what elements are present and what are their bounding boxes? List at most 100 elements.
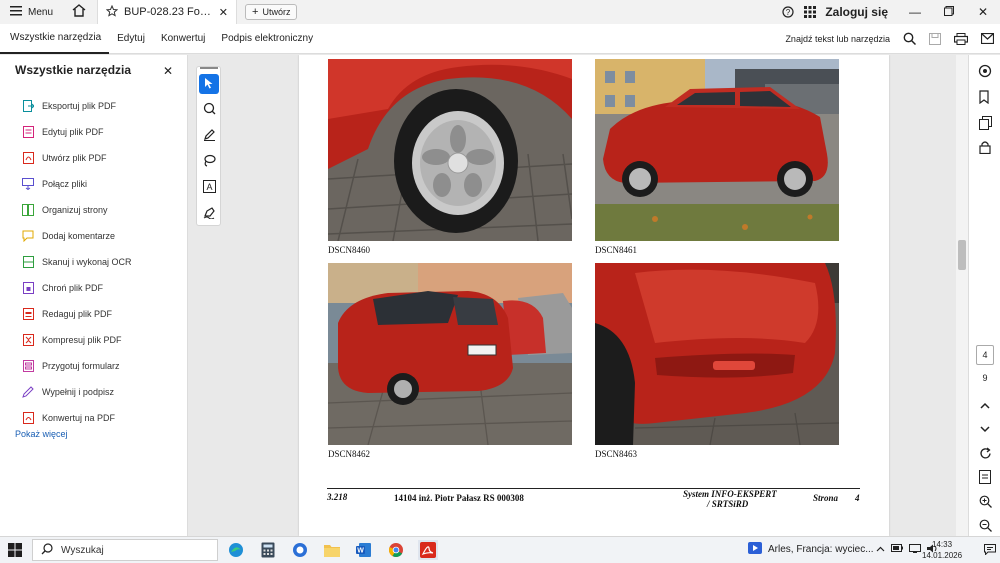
zoom-out-icon[interactable] xyxy=(977,517,993,533)
chrome-icon[interactable] xyxy=(386,540,406,560)
scrollbar-thumb[interactable] xyxy=(958,240,966,270)
show-more-link[interactable]: Pokaż więcej xyxy=(15,429,68,439)
word-icon[interactable]: W xyxy=(354,540,374,560)
footer-rule xyxy=(327,488,860,489)
tool-edit-pdf[interactable]: Edytuj plik PDF xyxy=(22,119,182,145)
comment-tool-button[interactable] xyxy=(199,100,219,120)
tool-add-comments[interactable]: Dodaj komentarze xyxy=(22,223,182,249)
weather-widget[interactable]: Arles, Francja: wyciec... xyxy=(748,542,874,557)
lasso-tool-button[interactable] xyxy=(199,152,219,172)
notifications-icon[interactable] xyxy=(984,544,996,558)
tools-list: Eksportuj plik PDF Edytuj plik PDF Utwór… xyxy=(22,93,182,431)
star-icon[interactable] xyxy=(105,4,119,20)
close-window-button[interactable]: ✕ xyxy=(966,0,1000,24)
cursor-arrow-icon xyxy=(204,77,214,92)
tool-scan-ocr[interactable]: Skanuj i wykonaj OCR xyxy=(22,249,182,275)
create-pdf-icon xyxy=(22,152,34,164)
plus-icon: + xyxy=(252,6,259,18)
bookmark-icon[interactable] xyxy=(977,89,993,105)
text-box-icon: A xyxy=(202,180,216,196)
combine-files-icon xyxy=(22,178,34,190)
drag-handle[interactable] xyxy=(200,67,218,69)
ai-assistant-icon[interactable] xyxy=(977,63,993,79)
tool-create-pdf[interactable]: Utwórz plik PDF xyxy=(22,145,182,171)
tab-edit[interactable]: Edytuj xyxy=(109,24,153,54)
zoom-in-icon[interactable] xyxy=(977,493,993,509)
tool-fill-sign[interactable]: Wypełnij i podpisz xyxy=(22,379,182,405)
menu-button[interactable]: Menu xyxy=(0,0,63,24)
search-label: Wyszukaj xyxy=(61,544,104,556)
taskbar-clock[interactable]: 14:33 14.01.2026 xyxy=(922,539,962,561)
all-tools-panel: Wszystkie narzędzia ✕ Eksportuj plik PDF… xyxy=(0,55,188,536)
tool-prepare-form[interactable]: Przygotuj formularz xyxy=(22,353,182,379)
draw-tool-button[interactable] xyxy=(199,126,219,146)
edge-browser-icon[interactable] xyxy=(226,540,246,560)
calculator-icon[interactable] xyxy=(258,540,278,560)
organize-pages-icon xyxy=(22,204,34,216)
tool-redact-pdf[interactable]: Redaguj plik PDF xyxy=(22,301,182,327)
save-icon[interactable] xyxy=(922,24,948,54)
taskbar-search[interactable]: Wyszukaj xyxy=(32,539,218,561)
tool-export-pdf[interactable]: Eksportuj plik PDF xyxy=(22,93,182,119)
close-panel-icon[interactable]: ✕ xyxy=(163,64,173,78)
photo-caption: DSCN8461 xyxy=(595,245,638,255)
chevron-up-icon[interactable] xyxy=(977,397,993,413)
tab-all-tools[interactable]: Wszystkie narzędzia xyxy=(0,24,110,54)
acrobat-icon[interactable] xyxy=(418,540,438,560)
tool-label: Chroń plik PDF xyxy=(42,283,104,293)
document-tab[interactable]: BUP-028.23 Ford Fie... ✕ xyxy=(97,0,238,24)
network-icon[interactable] xyxy=(909,544,921,555)
windows-start-icon[interactable] xyxy=(8,543,22,557)
chevron-up-icon[interactable] xyxy=(876,544,885,555)
tool-convert-to-pdf[interactable]: Konwertuj na PDF xyxy=(22,405,182,431)
search-icon[interactable] xyxy=(896,24,922,54)
tool-label: Połącz pliki xyxy=(42,179,88,189)
create-button[interactable]: + Utwórz xyxy=(245,4,298,20)
windows-taskbar: Wyszukaj W Arles, Francja: wyciec... 14:… xyxy=(0,536,1000,563)
copy-pages-icon[interactable] xyxy=(977,115,993,131)
tool-combine-files[interactable]: Połącz pliki xyxy=(22,171,182,197)
current-page-input[interactable]: 4 xyxy=(976,345,994,365)
signin-button[interactable]: Zaloguj się xyxy=(825,5,888,19)
tool-organize-pages[interactable]: Organizuj strony xyxy=(22,197,182,223)
convert-to-pdf-icon xyxy=(22,412,34,424)
pdf-page: DSCN8460 DSCN8461 DSCN8462 DSCN8463 3.21… xyxy=(299,55,889,536)
tab-convert[interactable]: Konwertuj xyxy=(153,24,213,54)
file-explorer-icon[interactable] xyxy=(322,540,342,560)
compress-pdf-icon xyxy=(22,334,34,346)
text-tool-button[interactable]: A xyxy=(199,178,219,198)
app-circle-icon[interactable] xyxy=(290,540,310,560)
sign-tool-button[interactable] xyxy=(199,204,219,224)
export-pdf-icon xyxy=(22,100,34,112)
photo-caption: DSCN8463 xyxy=(595,449,638,459)
comment-icon xyxy=(22,230,34,242)
apps-grid-icon[interactable] xyxy=(799,0,821,24)
select-tool-button[interactable] xyxy=(199,74,219,94)
vertical-scrollbar[interactable] xyxy=(956,55,968,536)
tool-label: Kompresuj plik PDF xyxy=(42,335,122,345)
refresh-icon[interactable] xyxy=(977,445,993,461)
battery-icon[interactable] xyxy=(891,544,903,555)
restore-button[interactable] xyxy=(932,0,966,24)
close-tab-icon[interactable]: ✕ xyxy=(219,6,228,19)
close-icon: ✕ xyxy=(977,5,989,19)
tab-e-signature[interactable]: Podpis elektroniczny xyxy=(213,24,321,54)
fill-sign-icon xyxy=(22,386,34,398)
minimize-button[interactable]: — xyxy=(898,0,932,24)
mail-icon[interactable] xyxy=(974,24,1000,54)
restore-icon xyxy=(944,5,954,19)
help-icon[interactable]: ? xyxy=(777,0,799,24)
lock-icon[interactable] xyxy=(977,139,993,155)
page-fit-icon[interactable] xyxy=(977,469,993,485)
scan-ocr-icon xyxy=(22,256,34,268)
document-viewer[interactable]: DSCN8460 DSCN8461 DSCN8462 DSCN8463 3.21… xyxy=(189,55,968,536)
home-button[interactable] xyxy=(67,0,91,24)
edit-pdf-icon xyxy=(22,126,34,138)
tool-protect-pdf[interactable]: Chroń plik PDF xyxy=(22,275,182,301)
chevron-down-icon[interactable] xyxy=(977,421,993,437)
print-icon[interactable] xyxy=(948,24,974,54)
home-icon xyxy=(72,4,86,20)
tool-label: Konwertuj na PDF xyxy=(42,413,116,423)
find-tools-label[interactable]: Znajdź tekst lub narzędzia xyxy=(785,34,890,44)
tool-compress-pdf[interactable]: Kompresuj plik PDF xyxy=(22,327,182,353)
